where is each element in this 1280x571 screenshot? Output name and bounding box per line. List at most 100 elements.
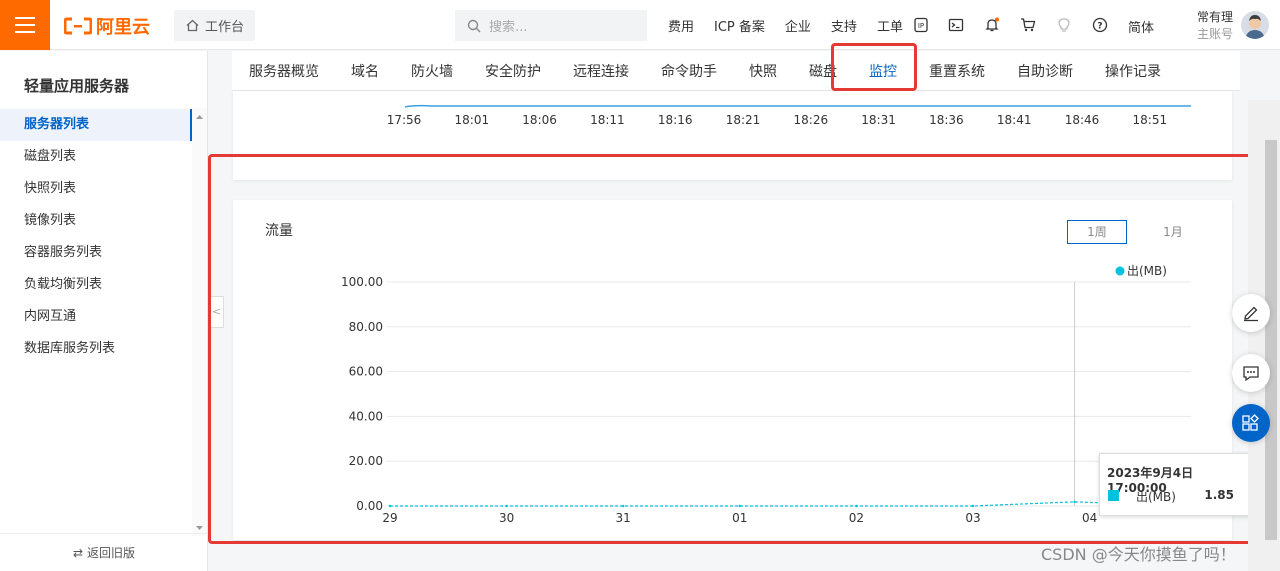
- x-axis-tick: 31: [616, 511, 631, 525]
- apps-icon: [1242, 414, 1259, 431]
- tab-monitor[interactable]: 监控: [869, 61, 897, 81]
- search-input[interactable]: 搜索...: [455, 10, 647, 41]
- terminal-icon[interactable]: [946, 15, 966, 35]
- upper-chart-x-tick: 18:11: [590, 113, 625, 127]
- help-icon[interactable]: ?: [1090, 15, 1110, 35]
- traffic-chart-title: 流量: [265, 223, 293, 239]
- upper-chart-x-tick: 18:01: [455, 113, 490, 127]
- aliyun-logo-icon: [64, 17, 92, 35]
- y-axis-tick: 60.00: [349, 365, 383, 379]
- sidebar-item-disk-list[interactable]: 磁盘列表: [0, 141, 192, 173]
- cart-icon[interactable]: [1018, 15, 1038, 35]
- tab-operation-log[interactable]: 操作记录: [1105, 61, 1161, 81]
- nav-link-ticket[interactable]: 工单: [877, 16, 903, 35]
- series-point: [388, 504, 392, 508]
- series-point: [738, 504, 741, 508]
- watermark: CSDN @今天你摸鱼了吗！: [1041, 545, 1236, 564]
- series-point: [855, 504, 858, 508]
- sidebar-item-load-balancer-list[interactable]: 负载均衡列表: [0, 269, 192, 301]
- top-nav-links: 费用 ICP 备案 企业 支持 工单: [668, 0, 923, 50]
- y-axis-tick: 40.00: [349, 409, 383, 423]
- x-axis-tick: 02: [849, 511, 864, 525]
- logo-text: 阿里云: [96, 17, 150, 38]
- nav-link-icp[interactable]: ICP 备案: [714, 16, 765, 35]
- sidebar: 轻量应用服务器 服务器列表 磁盘列表 快照列表 镜像列表 容器服务列表 负载均衡…: [0, 51, 208, 571]
- user-name: 常有理: [1197, 10, 1234, 24]
- upper-chart-x-tick: 18:36: [929, 113, 964, 127]
- range-1-month-button[interactable]: 1月: [1143, 220, 1203, 244]
- tab-self-diagnosis[interactable]: 自助诊断: [1017, 61, 1073, 81]
- x-axis-tick: 03: [965, 511, 980, 525]
- tab-firewall[interactable]: 防火墙: [411, 61, 453, 81]
- tab-reset-system[interactable]: 重置系统: [929, 61, 985, 81]
- logo[interactable]: 阿里云: [64, 13, 150, 39]
- tab-domain[interactable]: 域名: [351, 61, 379, 81]
- home-icon: [186, 19, 199, 32]
- lightbulb-icon[interactable]: [1054, 15, 1074, 35]
- search-icon: [467, 19, 481, 32]
- legend-label[interactable]: 出(MB): [1127, 264, 1167, 278]
- avatar[interactable]: [1241, 11, 1269, 39]
- sidebar-item-intranet[interactable]: 内网互通: [0, 301, 192, 333]
- pencil-icon: [1244, 306, 1258, 322]
- apps-button[interactable]: [1232, 404, 1270, 442]
- traffic-line-chart[interactable]: 100.00 80.00 60.00 40.00 20.00 0.0029 30 31 01 02…: [233, 200, 1232, 540]
- page-scrollbar-thumb[interactable]: [1265, 140, 1277, 540]
- tab-command-assistant[interactable]: 命令助手: [661, 61, 717, 81]
- tab-server-overview[interactable]: 服务器概览: [249, 61, 319, 81]
- user-info[interactable]: 常有理 主账号: [1197, 9, 1233, 43]
- series-line: [390, 501, 1192, 507]
- workbench-button[interactable]: 工作台: [174, 10, 255, 41]
- sidebar-item-snapshot-list[interactable]: 快照列表: [0, 173, 192, 205]
- tooltip-series-label: 出(MB): [1136, 490, 1176, 504]
- series-point: [1073, 500, 1076, 504]
- upper-chart-x-tick: 18:31: [861, 113, 896, 127]
- x-axis-tick: 04: [1082, 511, 1097, 525]
- tab-bar: 服务器概览 域名 防火墙 安全防护 远程连接 命令助手 快照 磁盘 监控 重置系…: [232, 51, 1240, 91]
- nav-link-enterprise[interactable]: 企业: [785, 16, 811, 35]
- sidebar-item-database-list[interactable]: 数据库服务列表: [0, 333, 192, 365]
- x-axis-tick: 01: [732, 511, 747, 525]
- nav-link-fees[interactable]: 费用: [668, 16, 694, 35]
- bell-icon[interactable]: [982, 15, 1002, 35]
- range-selector: 1周 1月: [1067, 220, 1203, 244]
- upper-chart-x-tick: 17:56: [387, 113, 422, 127]
- sidebar-item-container-list[interactable]: 容器服务列表: [0, 237, 192, 269]
- language-switch[interactable]: 简体: [1128, 17, 1154, 36]
- y-axis-tick: 0.00: [356, 499, 383, 513]
- range-1-week-button[interactable]: 1周: [1067, 220, 1127, 244]
- series-point: [505, 504, 508, 508]
- chat-button[interactable]: [1232, 354, 1270, 392]
- legend-swatch: [1115, 266, 1125, 276]
- upper-chart-x-tick: 18:21: [726, 113, 761, 127]
- sidebar-collapse-button[interactable]: <: [209, 296, 224, 328]
- y-axis-tick: 100.00: [341, 275, 383, 289]
- tab-security[interactable]: 安全防护: [485, 61, 541, 81]
- nav-link-support[interactable]: 支持: [831, 16, 857, 35]
- y-axis-tick: 80.00: [349, 320, 383, 334]
- sidebar-item-image-list[interactable]: 镜像列表: [0, 205, 192, 237]
- svg-text:?: ?: [1097, 22, 1102, 32]
- series-point: [971, 504, 975, 508]
- sidebar-title: 轻量应用服务器: [24, 77, 130, 95]
- back-to-old-version-button[interactable]: ⇄ 返回旧版: [0, 533, 208, 571]
- tab-snapshot[interactable]: 快照: [749, 61, 777, 81]
- edit-feedback-button[interactable]: [1232, 294, 1270, 332]
- x-axis-tick: 30: [499, 511, 514, 525]
- tooltip-value: 1.85: [1204, 488, 1234, 502]
- cloud-shell-icon[interactable]: IP: [911, 15, 931, 35]
- menu-icon[interactable]: [0, 0, 50, 50]
- sidebar-item-server-list[interactable]: 服务器列表: [0, 109, 192, 141]
- user-role: 主账号: [1197, 27, 1234, 41]
- sidebar-scrollbar[interactable]: [192, 108, 207, 536]
- search-placeholder: 搜索...: [489, 20, 528, 35]
- workbench-label: 工作台: [205, 20, 245, 35]
- svg-text:IP: IP: [918, 22, 924, 30]
- tab-disk[interactable]: 磁盘: [809, 61, 837, 81]
- y-axis-tick: 20.00: [349, 454, 383, 468]
- chart-tooltip: 2023年9月4日 17:00:00 出(MB) 1.85: [1099, 453, 1253, 516]
- chat-icon: [1243, 366, 1259, 382]
- tab-remote-connect[interactable]: 远程连接: [573, 61, 629, 81]
- upper-chart-x-tick: 18:26: [794, 113, 829, 127]
- upper-chart-x-tick: 18:46: [1065, 113, 1100, 127]
